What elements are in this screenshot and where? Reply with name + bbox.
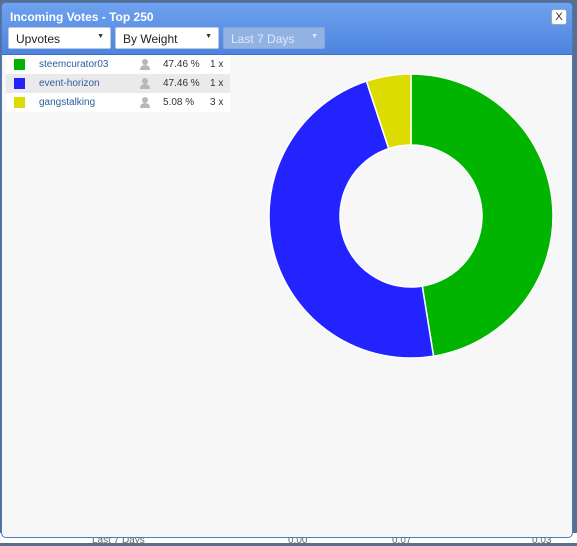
donut-slice-steemcurator03[interactable] xyxy=(410,73,554,358)
donut-chart xyxy=(268,73,554,359)
incoming-votes-dialog: Incoming Votes - Top 250 X Upvotes ▼ By … xyxy=(1,2,573,538)
